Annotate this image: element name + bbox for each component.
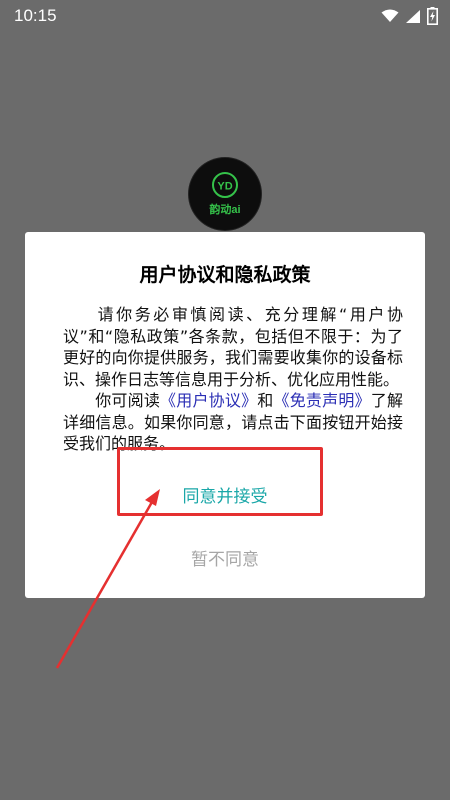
annotation-arrow-icon bbox=[55, 489, 160, 669]
